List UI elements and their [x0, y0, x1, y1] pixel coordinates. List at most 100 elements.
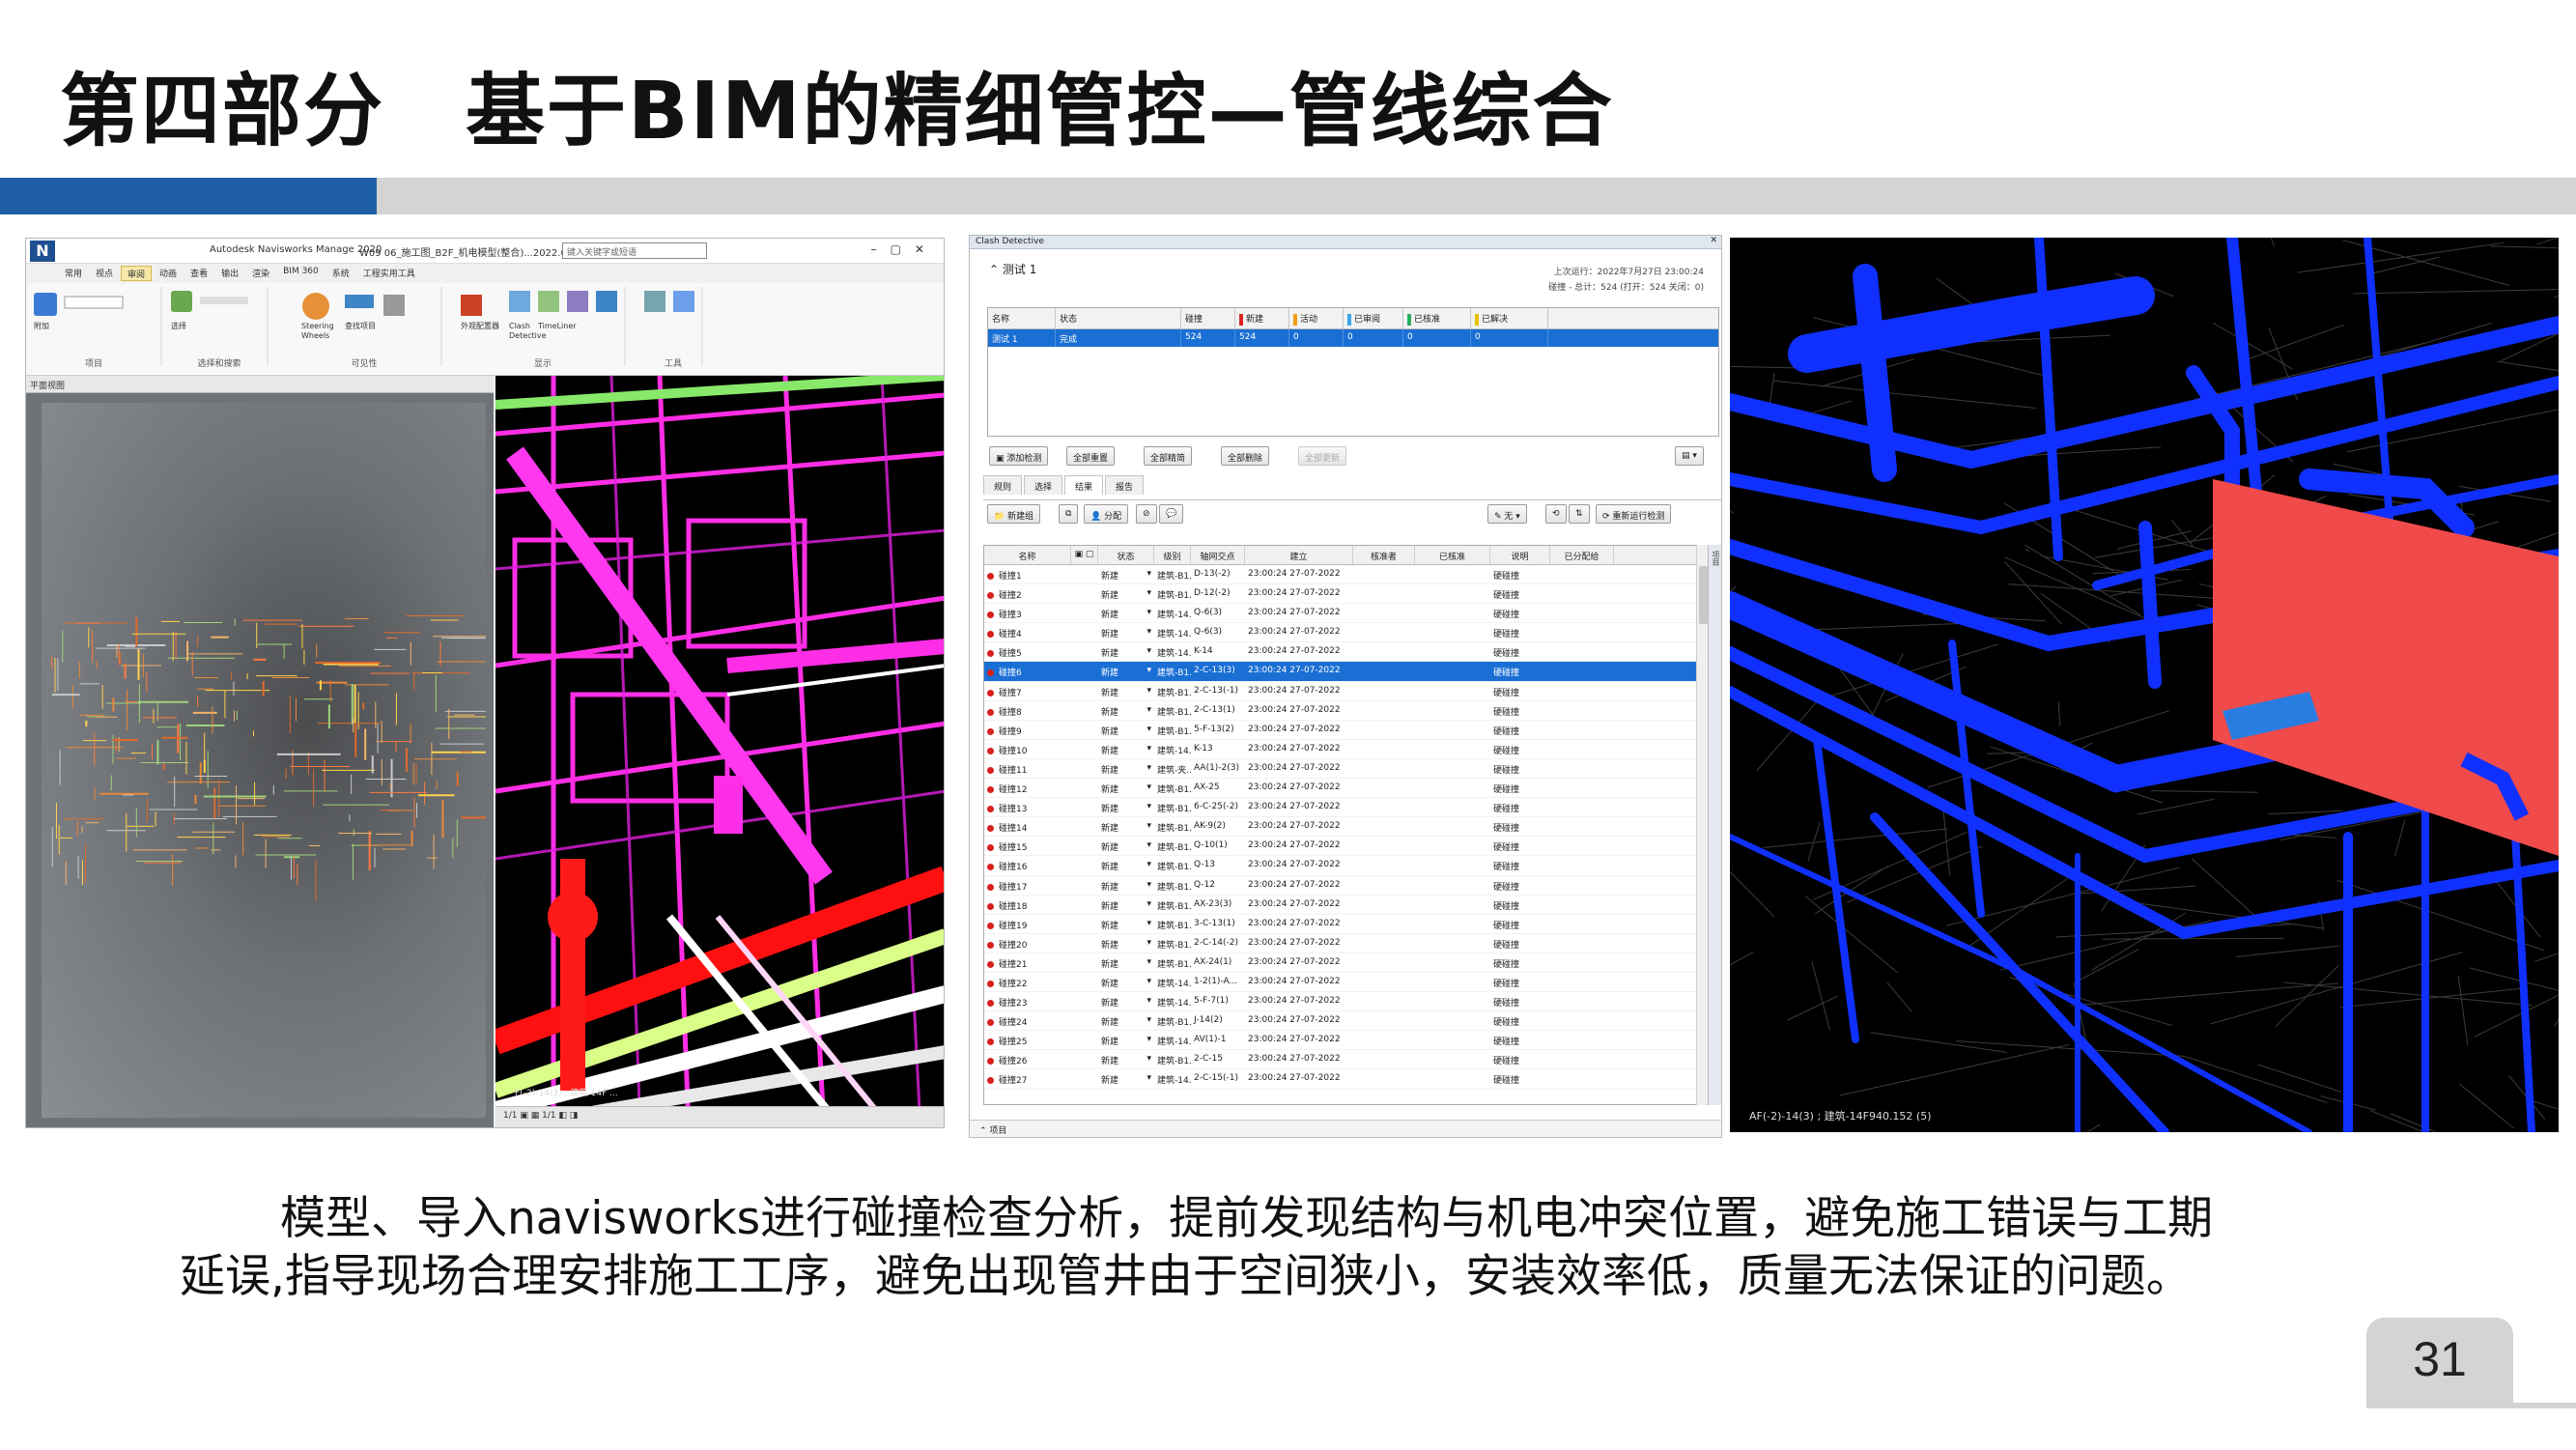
- table-row[interactable]: 碰撞19 新建 ▾建筑-B1...3-C-13(1) 23:00:24 27-07-…: [984, 915, 1709, 934]
- chevron-down-icon[interactable]: ▾: [1146, 977, 1151, 986]
- table-row[interactable]: 碰撞8 新建 ▾建筑-B1...2-C-13(1) 23:00:24 27-07-2…: [984, 701, 1709, 721]
- status-dropdown[interactable]: 新建 ▾: [1098, 992, 1154, 1010]
- table-row[interactable]: 碰撞20 新建 ▾建筑-B1...2-C-14(-2) 23:00:24 27-07…: [984, 934, 1709, 953]
- status-dropdown[interactable]: 新建 ▾: [1098, 876, 1154, 895]
- table-row[interactable]: 碰撞25 新建 ▾建筑-14...AV(1)-1 23:00:24 27-07-20…: [984, 1031, 1709, 1051]
- status-dropdown[interactable]: 新建 ▾: [1098, 1069, 1154, 1088]
- status-dropdown[interactable]: 新建 ▾: [1098, 701, 1154, 720]
- subtab-1[interactable]: 选择: [1024, 475, 1063, 495]
- status-dropdown[interactable]: 新建 ▾: [1098, 837, 1154, 855]
- test-header-cell[interactable]: 状态: [1056, 308, 1181, 328]
- chevron-down-icon[interactable]: ▾: [1146, 860, 1151, 869]
- table-row[interactable]: 碰撞23 新建 ▾建筑-14...5-F-7(1) 23:00:24 27-07-2…: [984, 992, 1709, 1012]
- 3d-view-left[interactable]: F(-2)-14(3) ; 建筑-14F ...: [495, 376, 944, 1127]
- table-row[interactable]: 碰撞4 新建 ▾建筑-14...Q-6(3) 23:00:24 27-07-2022…: [984, 623, 1709, 643]
- chevron-down-icon[interactable]: ▾: [1146, 821, 1151, 831]
- status-dropdown[interactable]: 新建 ▾: [1098, 682, 1154, 700]
- results-header-cell[interactable]: 状态: [1098, 546, 1154, 564]
- window-controls[interactable]: –▢✕: [871, 242, 938, 256]
- ribbon-tab-8[interactable]: 系统: [326, 266, 355, 281]
- table-row[interactable]: 碰撞26 新建 ▾建筑-B1...2-C-15 23:00:24 27-07-202…: [984, 1050, 1709, 1070]
- test-header-cell[interactable]: 名称: [988, 308, 1056, 328]
- table-row[interactable]: 碰撞11 新建 ▾ 建筑-夹... AA(1)-2(3) 23:00:24 27-07-…: [984, 759, 1709, 780]
- chevron-down-icon[interactable]: ▾: [1146, 569, 1151, 579]
- subtab-2[interactable]: 结果: [1064, 475, 1104, 495]
- items-footer[interactable]: ⌃ 项目: [970, 1120, 1721, 1137]
- comment-icon[interactable]: 💬: [1159, 504, 1184, 524]
- status-dropdown[interactable]: 新建 ▾: [1098, 604, 1154, 622]
- table-row[interactable]: 碰撞7 新建 ▾建筑-B1...2-C-13(-1) 23:00:24 27-07-…: [984, 682, 1709, 701]
- chevron-down-icon[interactable]: ▾: [1146, 880, 1151, 890]
- table-row[interactable]: 碰撞16 新建 ▾建筑-B1...Q-13 23:00:24 27-07-2022 硬…: [984, 856, 1709, 876]
- subtab-0[interactable]: 规则: [983, 475, 1023, 495]
- ribbon-tab-7[interactable]: BIM 360: [277, 266, 325, 281]
- plan-view[interactable]: [42, 403, 510, 1118]
- status-dropdown[interactable]: 新建 ▾: [1098, 759, 1154, 778]
- rerun-button[interactable]: ⟳ 重新运行检测: [1596, 504, 1672, 524]
- chevron-down-icon[interactable]: ▾: [1146, 686, 1151, 696]
- chevron-down-icon[interactable]: ▾: [1146, 1015, 1151, 1025]
- test-button-4[interactable]: 全部更新: [1298, 446, 1347, 466]
- test-header-cell[interactable]: 已解决: [1471, 308, 1548, 328]
- chevron-down-icon[interactable]: ▾: [1146, 996, 1151, 1006]
- chevron-down-icon[interactable]: ▾: [1146, 1035, 1151, 1044]
- status-dropdown[interactable]: 新建 ▾: [1098, 1050, 1154, 1068]
- results-header-cell[interactable]: 说明: [1490, 546, 1550, 564]
- chevron-down-icon[interactable]: ▾: [1146, 666, 1151, 675]
- chevron-down-icon[interactable]: ▾: [1146, 919, 1151, 928]
- test-name[interactable]: ⌃ 测试 1: [989, 261, 1036, 277]
- test-button-1[interactable]: 全部重置: [1066, 446, 1116, 466]
- status-dropdown[interactable]: 新建 ▾: [1098, 565, 1154, 583]
- ribbon-tab-6[interactable]: 渲染: [246, 266, 275, 281]
- unassign-icon[interactable]: ⊘: [1136, 504, 1157, 524]
- assign-button[interactable]: 👤 分配: [1084, 504, 1129, 524]
- chevron-down-icon[interactable]: ▾: [1146, 725, 1151, 734]
- chevron-down-icon[interactable]: ▾: [1146, 957, 1151, 967]
- chevron-down-icon[interactable]: ▾: [1146, 782, 1151, 792]
- test-row-selected[interactable]: 测试 1 完成 524 524 0 0 0 0: [988, 329, 1718, 347]
- status-dropdown[interactable]: 新建 ▾: [1098, 1031, 1154, 1049]
- ribbon-button-label[interactable]: 附加: [34, 322, 92, 331]
- import-export-button[interactable]: ▤ ▾: [1675, 446, 1704, 466]
- status-dropdown[interactable]: 新建 ▾: [1098, 721, 1154, 739]
- table-row[interactable]: 碰撞17 新建 ▾建筑-B1...Q-12 23:00:24 27-07-2022 硬…: [984, 876, 1709, 896]
- status-dropdown[interactable]: 新建 ▾: [1098, 896, 1154, 914]
- table-row[interactable]: 碰撞1 新建 ▾建筑-B1...D-13(-2) 23:00:24 27-07-20…: [984, 565, 1709, 585]
- table-row[interactable]: 碰撞5 新建 ▾建筑-14...K-14 23:00:24 27-07-2022 硬碰…: [984, 642, 1709, 663]
- test-header-cell[interactable]: 已审阅: [1344, 308, 1403, 328]
- chevron-down-icon[interactable]: ▾: [1146, 763, 1151, 773]
- table-row[interactable]: 碰撞15 新建 ▾建筑-B1...Q-10(1) 23:00:24 27-07-20…: [984, 837, 1709, 857]
- test-button-3[interactable]: 全部删除: [1221, 446, 1270, 466]
- test-header-cell[interactable]: 新建: [1235, 308, 1289, 328]
- ribbon-button-label[interactable]: 选择: [171, 322, 229, 331]
- status-dropdown[interactable]: 新建 ▾: [1098, 623, 1154, 641]
- chevron-down-icon[interactable]: ▾: [1146, 608, 1151, 617]
- ribbon-tab-9[interactable]: 工程实用工具: [357, 266, 421, 281]
- test-header-cell[interactable]: 已核准: [1403, 308, 1471, 328]
- results-header-cell[interactable]: ▣ ▢: [1071, 546, 1098, 564]
- test-header-cell[interactable]: 碰撞: [1181, 308, 1235, 328]
- test-header-cell[interactable]: 活动: [1289, 308, 1344, 328]
- status-dropdown[interactable]: 新建 ▾: [1098, 953, 1154, 972]
- chevron-down-icon[interactable]: ▾: [1146, 588, 1151, 598]
- chevron-down-icon[interactable]: ▾: [1146, 705, 1151, 715]
- chevron-down-icon[interactable]: ▾: [1146, 744, 1151, 753]
- table-row[interactable]: 碰撞24 新建 ▾建筑-B1...J-14(2) 23:00:24 27-07-20…: [984, 1011, 1709, 1032]
- status-dropdown[interactable]: 新建 ▾: [1098, 817, 1154, 836]
- status-dropdown[interactable]: 新建 ▾: [1098, 1011, 1154, 1030]
- chevron-down-icon[interactable]: ▾: [1146, 1073, 1151, 1083]
- table-row[interactable]: 碰撞21 新建 ▾建筑-B1...AX-24(1) 23:00:24 27-07-2…: [984, 953, 1709, 973]
- table-row[interactable]: 碰撞3 新建 ▾建筑-14...Q-6(3) 23:00:24 27-07-2022…: [984, 604, 1709, 624]
- side-panel-tab[interactable]: 项目: [1708, 545, 1721, 1105]
- status-dropdown[interactable]: 新建 ▾: [1098, 798, 1154, 816]
- chevron-down-icon[interactable]: ▾: [1146, 802, 1151, 811]
- results-header-cell[interactable]: 已核准: [1415, 546, 1490, 564]
- status-dropdown[interactable]: 新建 ▾: [1098, 740, 1154, 758]
- compact-icon[interactable]: ⇅: [1569, 504, 1590, 524]
- status-dropdown[interactable]: 新建 ▾: [1098, 779, 1154, 797]
- table-row[interactable]: 碰撞10 新建 ▾建筑-14...K-13 23:00:24 27-07-2022 硬…: [984, 740, 1709, 759]
- ribbon-tab-2[interactable]: 审阅: [121, 266, 153, 281]
- table-row[interactable]: 碰撞18 新建 ▾建筑-B1...AX-23(3) 23:00:24 27-07-2…: [984, 896, 1709, 915]
- status-dropdown[interactable]: 新建 ▾: [1098, 915, 1154, 933]
- ribbon-tab-0[interactable]: 常用: [59, 266, 88, 281]
